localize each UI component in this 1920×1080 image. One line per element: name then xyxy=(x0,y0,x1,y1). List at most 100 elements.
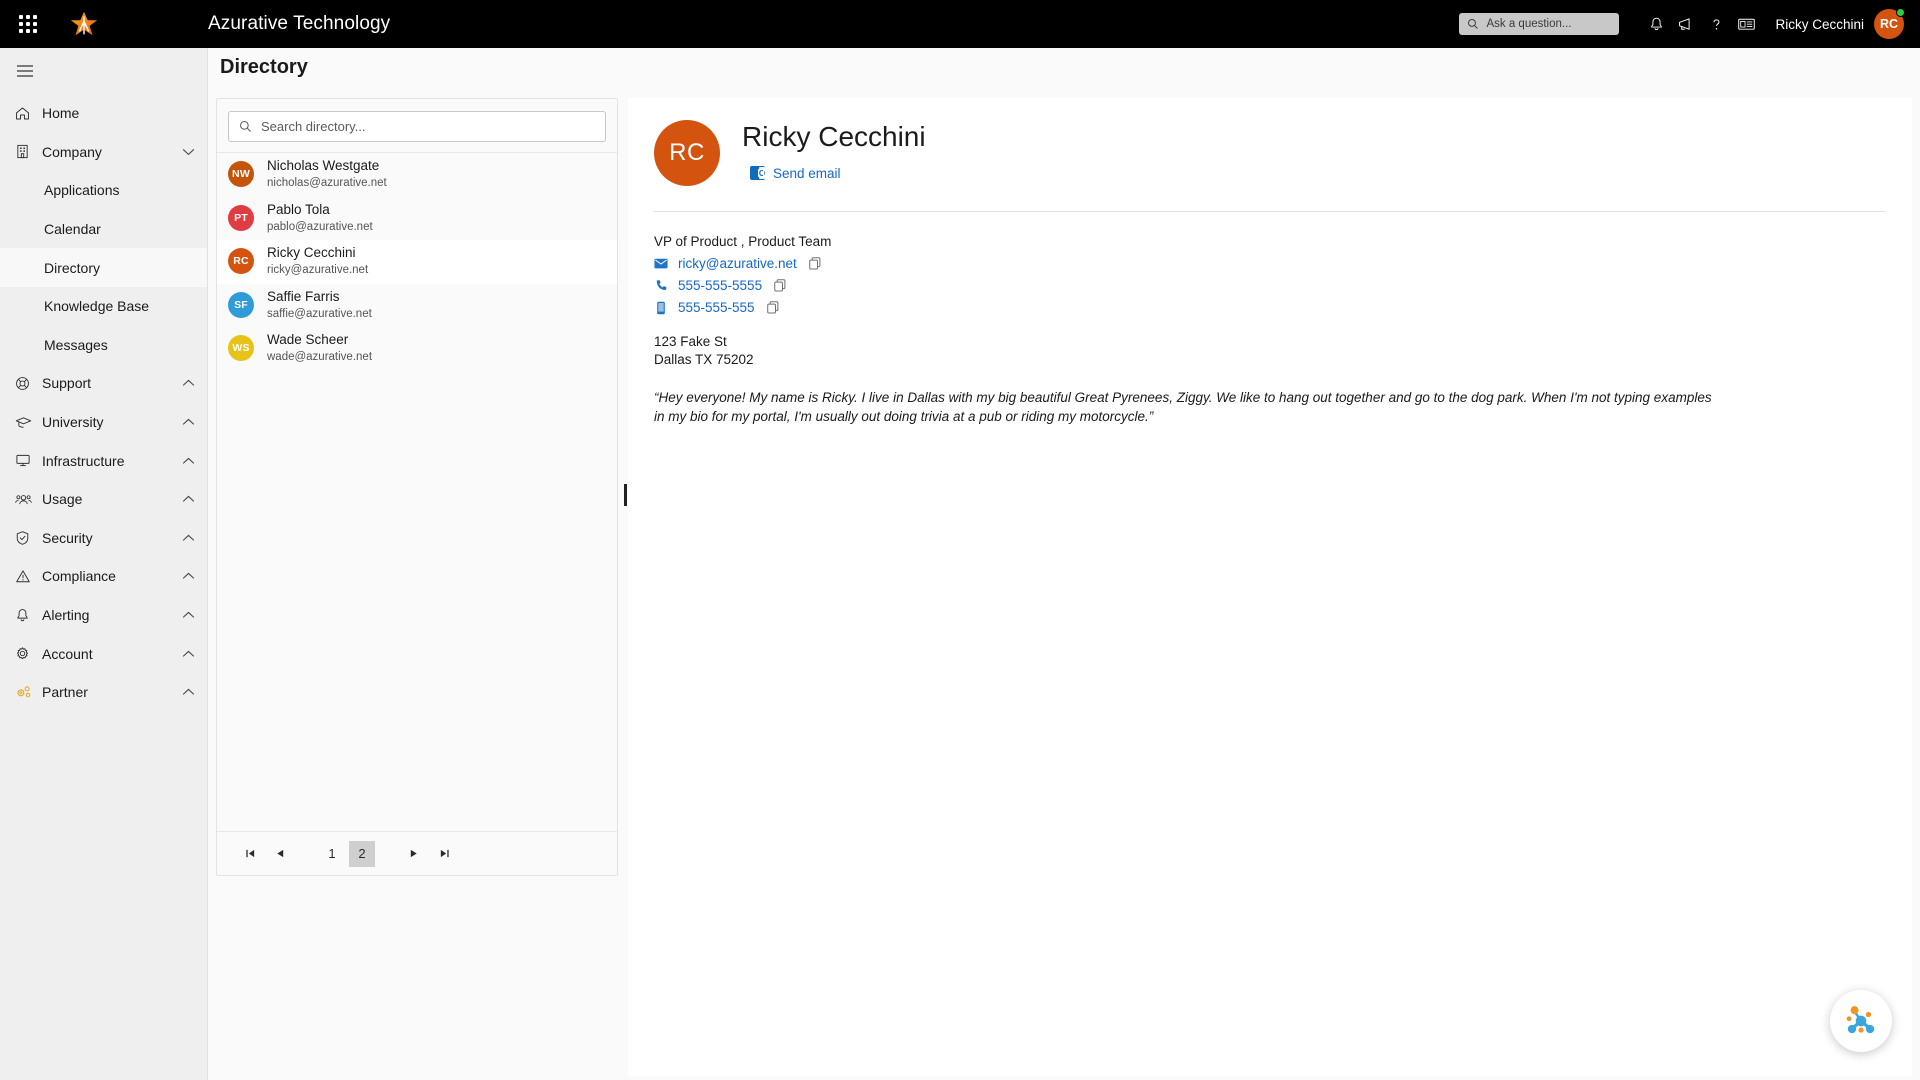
pagination-page-1[interactable]: 1 xyxy=(319,841,345,867)
envelope-icon xyxy=(654,258,668,269)
list-item-email: ricky@azurative.net xyxy=(267,264,369,276)
list-item[interactable]: SF Saffie Farris saffie@azurative.net xyxy=(217,284,617,328)
top-bar: Azurative Technology Ask a question... R… xyxy=(0,0,1920,48)
contact-detail-panel: RC Ricky Cecchini O Send email VP of Pro… xyxy=(628,98,1912,1076)
list-item[interactable]: PT Pablo Tola pablo@azurative.net xyxy=(217,197,617,241)
mobile-phone-icon xyxy=(654,301,668,315)
monitor-icon xyxy=(14,452,42,469)
app-launcher-button[interactable] xyxy=(0,0,56,48)
copy-icon[interactable] xyxy=(774,279,786,292)
chevron-up-icon xyxy=(182,379,195,387)
pagination-first-button[interactable] xyxy=(237,841,263,867)
contact-address-line-1: 123 Fake St xyxy=(654,334,727,349)
list-item-email: nicholas@azurative.net xyxy=(267,177,387,189)
list-item[interactable]: NW Nicholas Westgate nicholas@azurative.… xyxy=(217,153,617,197)
sidebar-item-label: Directory xyxy=(44,259,101,276)
avatar[interactable]: RC xyxy=(1874,8,1905,39)
sidebar-item-messages[interactable]: Messages xyxy=(0,326,207,365)
sidebar-item-alerting[interactable]: Alerting xyxy=(0,596,207,635)
sidebar-item-company[interactable]: Company xyxy=(0,133,207,172)
sidebar-item-label: Compliance xyxy=(42,568,116,585)
avatar-initials: RC xyxy=(233,255,249,268)
list-item[interactable]: RC Ricky Cecchini ricky@azurative.net xyxy=(217,240,617,284)
sidebar-item-label: Security xyxy=(42,529,93,546)
chevron-up-icon xyxy=(182,534,195,542)
sidebar-item-account[interactable]: Account xyxy=(0,634,207,673)
search-wrapper: Search directory... xyxy=(217,99,617,152)
sidebar-item-label: Calendar xyxy=(44,221,101,238)
sidebar-item-university[interactable]: University xyxy=(0,403,207,442)
sidebar-item-compliance[interactable]: Compliance xyxy=(0,557,207,596)
avatar: RC xyxy=(654,120,720,186)
sidebar-item-directory[interactable]: Directory xyxy=(0,248,207,287)
sidebar-collapse-button[interactable] xyxy=(0,48,207,94)
contact-mobile-value[interactable]: 555-555-555 xyxy=(678,300,755,315)
chevron-up-icon xyxy=(182,418,195,426)
chevron-up-icon xyxy=(182,611,195,619)
avatar: NW xyxy=(228,161,254,188)
bell-icon xyxy=(14,607,42,624)
sidebar-item-home[interactable]: Home xyxy=(0,94,207,133)
contact-email-value[interactable]: ricky@azurative.net xyxy=(678,256,797,271)
copy-icon[interactable] xyxy=(808,257,821,270)
search-input[interactable]: Search directory... xyxy=(228,111,606,142)
contact-phone-value[interactable]: 555-555-5555 xyxy=(678,278,762,293)
sidebar-item-security[interactable]: Security xyxy=(0,519,207,558)
user-name-label[interactable]: Ricky Cecchini xyxy=(1775,17,1864,32)
help-icon[interactable] xyxy=(1701,0,1731,48)
pagination-page-2[interactable]: 2 xyxy=(349,840,375,867)
avatar: WS xyxy=(228,335,254,362)
list-item-name: Saffie Farris xyxy=(267,288,340,304)
sidebar-item-label: Home xyxy=(42,105,80,122)
chevron-up-icon xyxy=(182,457,195,465)
list-item[interactable]: WS Wade Scheer wade@azurative.net xyxy=(217,327,617,371)
warning-triangle-icon xyxy=(14,568,42,585)
pagination-prev-button[interactable] xyxy=(267,841,293,867)
news-icon[interactable] xyxy=(1731,0,1761,48)
list-item-text: Pablo Tola pablo@azurative.net xyxy=(267,202,373,234)
bell-icon[interactable] xyxy=(1641,0,1671,48)
sidebar-item-calendar[interactable]: Calendar xyxy=(0,210,207,249)
list-item-text: Nicholas Westgate nicholas@azurative.net xyxy=(267,158,387,190)
send-email-button[interactable]: O Send email xyxy=(742,166,926,181)
sidebar-item-infrastructure[interactable]: Infrastructure xyxy=(0,441,207,480)
brand-logo-icon[interactable] xyxy=(56,0,112,48)
contact-address-line-2: Dallas TX 75202 xyxy=(654,352,754,368)
next-page-icon xyxy=(410,849,417,858)
avatar: SF xyxy=(228,291,254,318)
page-title: Directory xyxy=(220,56,308,78)
contact-email-row: ricky@azurative.net xyxy=(654,256,1886,271)
waffle-icon xyxy=(19,15,37,33)
sidebar-item-usage[interactable]: Usage xyxy=(0,480,207,519)
pagination-last-button[interactable] xyxy=(431,841,457,867)
avatar-initials: RC xyxy=(1879,17,1899,31)
lifebuoy-icon xyxy=(14,375,42,392)
list-item-text: Wade Scheer wade@azurative.net xyxy=(267,332,372,364)
contact-bio: “Hey everyone! My name is Ricky. I live … xyxy=(654,390,1712,425)
splitter-grip[interactable] xyxy=(624,484,627,506)
list-item-text: Saffie Farris saffie@azurative.net xyxy=(267,289,372,321)
contact-header: RC Ricky Cecchini O Send email xyxy=(654,120,1886,186)
people-icon xyxy=(14,491,42,508)
search-icon xyxy=(240,121,251,132)
quick-search-input[interactable]: Ask a question... xyxy=(1459,13,1620,35)
copy-icon[interactable] xyxy=(766,301,779,314)
contact-name: Ricky Cecchini xyxy=(742,121,926,152)
list-item-name: Ricky Cecchini xyxy=(267,245,356,261)
sidebar-item-support[interactable]: Support xyxy=(0,364,207,403)
megaphone-icon[interactable] xyxy=(1671,0,1701,48)
sidebar-item-knowledge-base[interactable]: Knowledge Base xyxy=(0,287,207,326)
sidebar-item-label: Company xyxy=(42,143,102,160)
network-assistant-button[interactable] xyxy=(1830,990,1892,1052)
sidebar-item-label: Partner xyxy=(42,684,88,701)
contact-phone-row: 555-555-5555 xyxy=(654,278,1886,293)
sidebar-item-label: Infrastructure xyxy=(42,452,125,469)
list-item-name: Pablo Tola xyxy=(267,201,330,217)
sidebar-item-applications[interactable]: Applications xyxy=(0,171,207,210)
quick-search-placeholder: Ask a question... xyxy=(1486,18,1572,30)
network-assistant-icon xyxy=(1846,1006,1875,1034)
gear-icon xyxy=(14,645,42,662)
pagination-next-button[interactable] xyxy=(401,841,427,867)
sidebar-item-label: Support xyxy=(42,375,92,392)
sidebar-item-partner[interactable]: Partner xyxy=(0,673,207,712)
